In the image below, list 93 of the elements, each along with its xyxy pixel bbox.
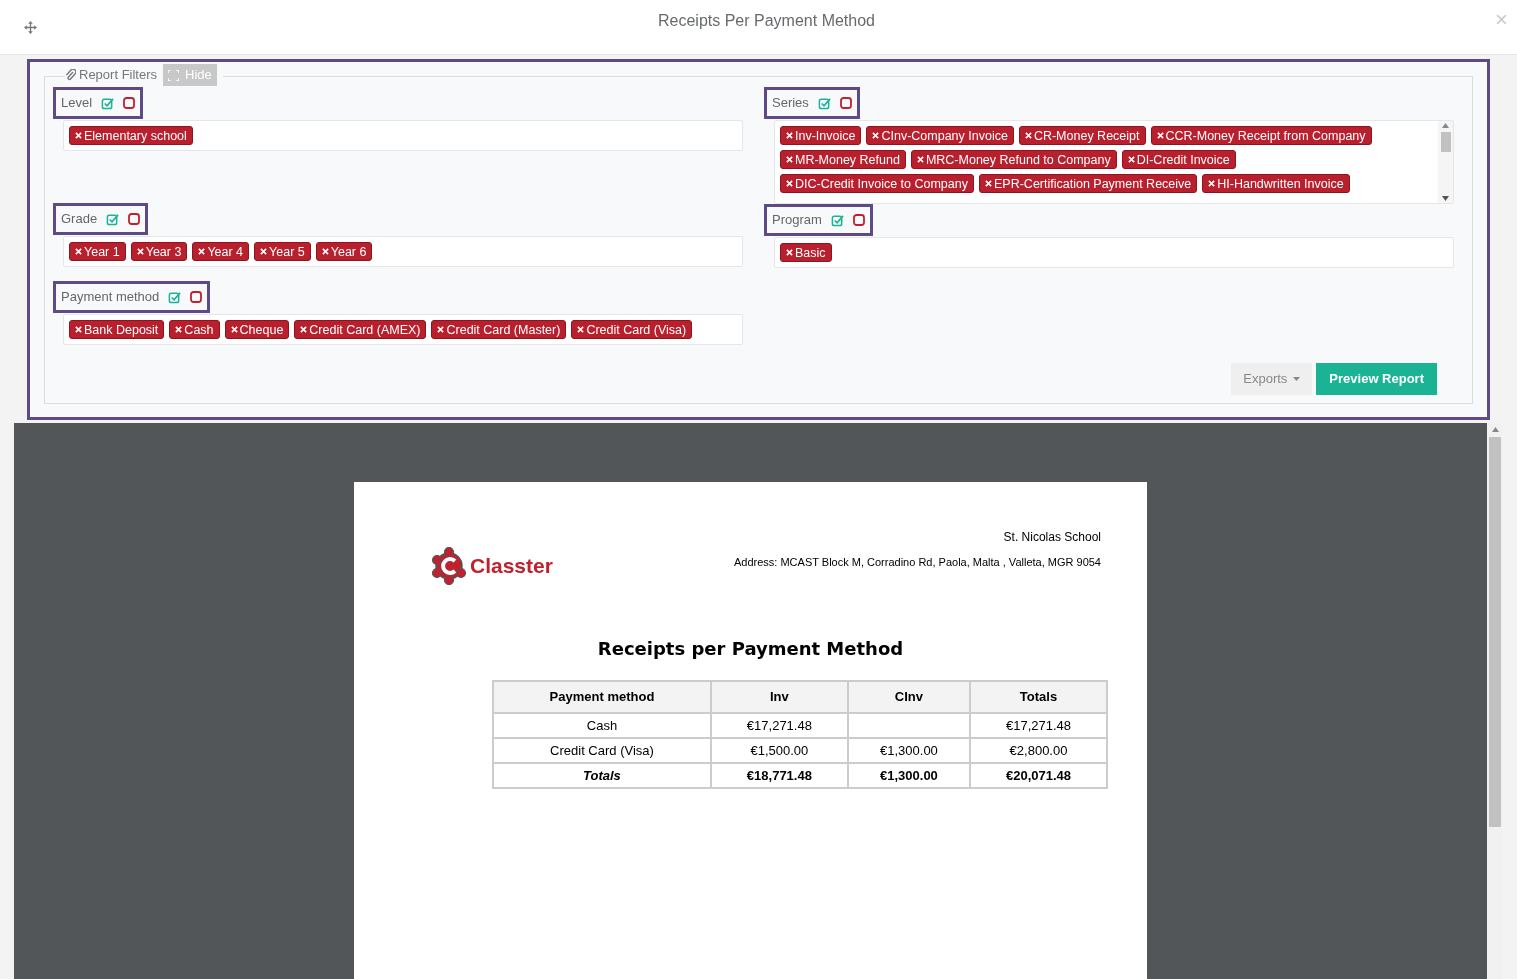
clear-icon[interactable]: [128, 213, 141, 225]
remove-icon[interactable]: [1208, 180, 1216, 187]
scroll-up-icon[interactable]: [1491, 427, 1499, 432]
scroll-thumb[interactable]: [1489, 437, 1501, 827]
remove-icon[interactable]: [75, 326, 82, 333]
remove-icon[interactable]: [230, 326, 238, 333]
school-address: Address: MCAST Block M, Corradino Rd, Paola, Malta , Valleta, MGR 9054: [733, 555, 1101, 570]
column-header: Inv: [710, 681, 848, 713]
filter-tag[interactable]: CInv-Company Invoice: [866, 126, 1014, 145]
filter-tag[interactable]: Cheque: [224, 320, 290, 339]
caret-icon: [1293, 377, 1301, 381]
remove-icon[interactable]: [75, 248, 82, 255]
table-cell: €17,271.48: [970, 713, 1107, 738]
remove-icon[interactable]: [1024, 132, 1032, 139]
remove-icon[interactable]: [985, 180, 992, 187]
report-title: Receipts per Payment Method: [597, 637, 904, 661]
remove-icon[interactable]: [577, 326, 585, 333]
logo-icon: [431, 547, 467, 585]
logo-text: Classter: [470, 553, 553, 580]
scroll-thumb[interactable]: [1440, 132, 1451, 152]
filter-tag[interactable]: MRC-Money Refund to Company: [910, 150, 1117, 169]
scrollbar[interactable]: [1438, 121, 1453, 203]
remove-icon[interactable]: [321, 248, 329, 255]
remove-icon[interactable]: [198, 248, 206, 255]
remove-icon[interactable]: [1127, 156, 1135, 163]
table-cell: €17,271.48: [710, 713, 848, 738]
remove-icon[interactable]: [786, 156, 793, 163]
table-cell: Totals: [493, 763, 711, 788]
filter-tag[interactable]: Year 6: [315, 242, 373, 261]
remove-icon[interactable]: [872, 132, 880, 139]
expand-icon: [168, 69, 180, 81]
filter-tag[interactable]: Credit Card (AMEX): [294, 320, 427, 339]
filter-label: Grade: [61, 210, 98, 229]
filter-tag[interactable]: Year 3: [130, 242, 188, 261]
filter-tag[interactable]: Cash: [169, 320, 220, 339]
remove-icon[interactable]: [136, 248, 144, 255]
column-header: Payment method: [493, 681, 711, 713]
remove-icon[interactable]: [437, 326, 445, 333]
remove-icon[interactable]: [300, 326, 308, 333]
tag-field[interactable]: [774, 120, 1454, 204]
filter-label: Level: [61, 94, 93, 113]
remove-icon[interactable]: [1156, 132, 1164, 139]
panel-legend: Report Filters: [79, 65, 158, 85]
filter-tag[interactable]: Year 1: [69, 242, 126, 261]
remove-icon[interactable]: [75, 132, 82, 139]
clear-icon[interactable]: [852, 214, 865, 226]
filter-tag[interactable]: Elementary school: [69, 126, 193, 145]
clear-icon[interactable]: [123, 97, 136, 109]
filter-tag[interactable]: DI-Credit Invoice: [1121, 150, 1236, 169]
table-cell: €2,800.00: [970, 738, 1107, 763]
filter-tag[interactable]: Credit Card (Master): [431, 320, 567, 339]
filter-tag[interactable]: Inv-Invoice: [780, 126, 862, 145]
clear-icon[interactable]: [839, 97, 852, 109]
table-cell: €18,771.48: [710, 763, 848, 788]
table-cell: €20,071.48: [970, 763, 1107, 788]
remove-icon[interactable]: [786, 132, 793, 139]
table-cell: Cash: [493, 713, 711, 738]
remove-icon[interactable]: [175, 326, 183, 333]
dialog-title: Receipts Per Payment Method: [658, 11, 875, 31]
filter-tag[interactable]: DIC-Credit Invoice to Company: [780, 174, 974, 193]
clear-icon[interactable]: [190, 291, 203, 303]
table-cell: €1,300.00: [847, 738, 971, 763]
remove-icon[interactable]: [916, 156, 924, 163]
filter-tag[interactable]: CCR-Money Receipt from Company: [1150, 126, 1372, 145]
tag-field[interactable]: Year 1 Year 3 Year 4 Year 5 Year 6: [63, 236, 743, 267]
move-icon[interactable]: [24, 20, 37, 34]
school-name: St. Nicolas School: [1003, 529, 1101, 546]
table-cell: €1,500.00: [710, 738, 848, 763]
filter-label: Series: [772, 94, 809, 113]
tag-field[interactable]: Bank Deposit Cash Cheque Credit Card (AMEX) Credit Card (Master) Credit Card (Visa): [63, 314, 743, 345]
remove-icon[interactable]: [786, 249, 793, 256]
remove-icon[interactable]: [260, 248, 268, 255]
column-header: Totals: [970, 681, 1107, 713]
table-cell: €1,300.00: [847, 763, 971, 788]
filter-tag[interactable]: HI-Handwritten Invoice: [1202, 174, 1350, 193]
filter-label: Payment method: [61, 288, 160, 307]
filter-tag[interactable]: Bank Deposit: [69, 320, 165, 339]
filter-tag[interactable]: Basic: [780, 243, 832, 262]
table-cell: Credit Card (Visa): [493, 738, 711, 763]
paperclip-icon: [65, 69, 76, 81]
filter-tag[interactable]: EPR-Certification Payment Receive: [979, 174, 1198, 193]
filter-tag[interactable]: MR-Money Refund: [780, 150, 906, 169]
filter-tag[interactable]: Year 4: [192, 242, 250, 261]
column-header: CInv: [847, 681, 971, 713]
filter-tag[interactable]: Credit Card (Visa): [571, 320, 693, 339]
scroll-down-icon[interactable]: [1442, 196, 1449, 201]
scroll-up-icon[interactable]: [1442, 123, 1449, 128]
filter-tag[interactable]: CR-Money Receipt: [1018, 126, 1146, 145]
filter-label: Program: [772, 211, 822, 230]
tag-field[interactable]: Basic: [774, 237, 1454, 268]
tag-field[interactable]: Elementary school: [63, 120, 743, 151]
remove-icon[interactable]: [786, 180, 793, 187]
filter-tag[interactable]: Year 5: [254, 242, 311, 261]
